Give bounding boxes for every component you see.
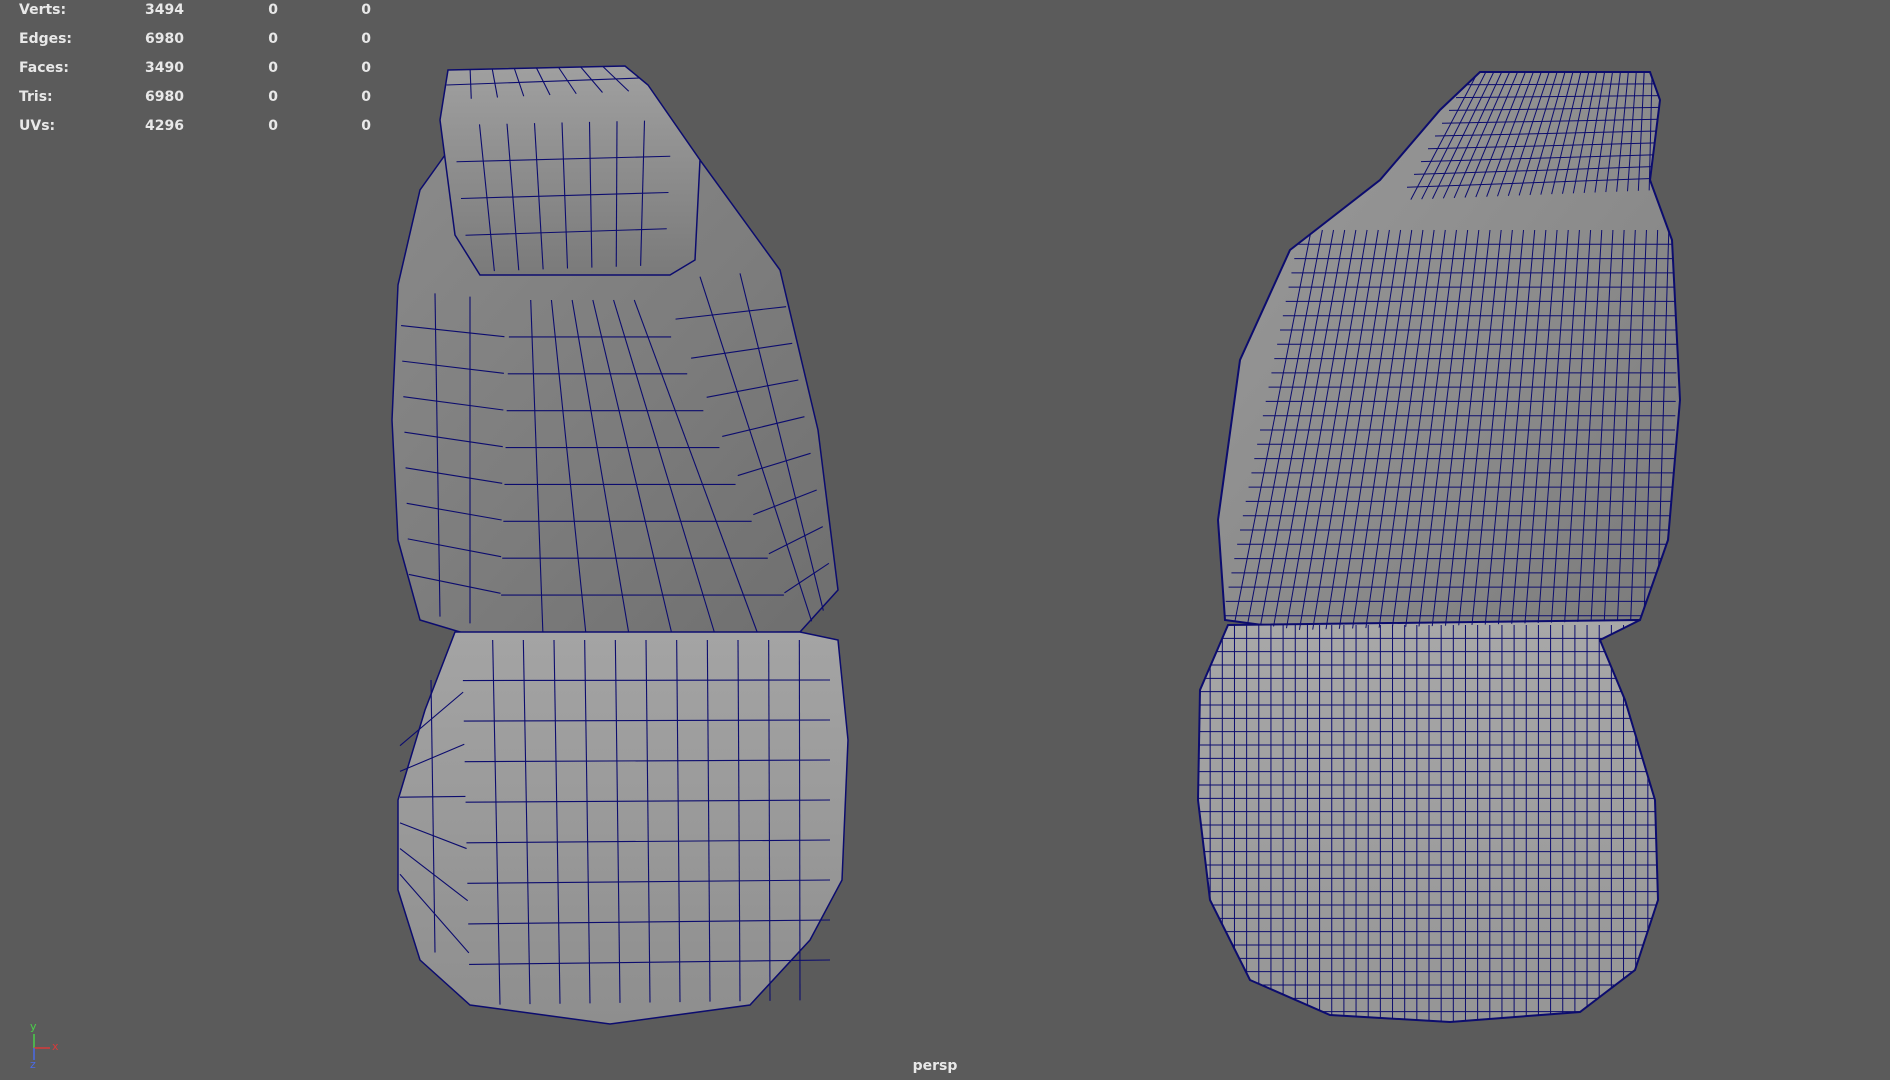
car-seat-smoothed[interactable]: [0, 0, 1890, 1080]
hud-row-edges: Edges: 6980 0 0: [0, 31, 400, 51]
camera-name-label: persp: [912, 1058, 958, 1074]
hud-row-faces: Faces: 3490 0 0: [0, 60, 400, 80]
hud-value: 0: [361, 2, 371, 18]
y-axis-label: y: [30, 1020, 37, 1033]
hud-value: 0: [361, 118, 371, 134]
axis-gizmo: y x z: [24, 1020, 68, 1071]
x-axis-label: x: [52, 1040, 59, 1053]
hud-row-verts: Verts: 3494 0 0: [0, 2, 400, 22]
hud-row-uvs: UVs: 4296 0 0: [0, 118, 400, 138]
hud-value: 0: [361, 31, 371, 47]
hud-value: 0: [361, 60, 371, 76]
z-axis-label: z: [30, 1058, 36, 1071]
perspective-viewport[interactable]: Verts: 3494 0 0 Edges: 6980 0 0 Faces: 3…: [0, 0, 1890, 1080]
hud-row-tris: Tris: 6980 0 0: [0, 89, 400, 109]
hud-value: 0: [361, 89, 371, 105]
